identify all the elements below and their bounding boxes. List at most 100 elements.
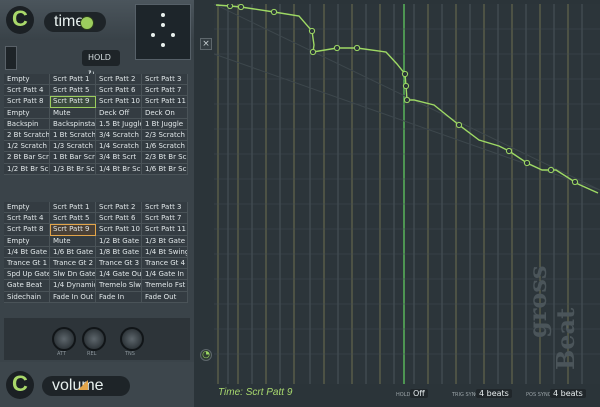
hold-button[interactable]: HOLD ↻ bbox=[82, 50, 120, 78]
pattern-cell[interactable]: Mute bbox=[50, 107, 96, 119]
pattern-cell[interactable]: Scrt Patt 8 bbox=[4, 224, 50, 236]
pattern-cell[interactable]: 1/2 Scratch bbox=[4, 141, 50, 153]
pattern-cell[interactable]: Trance Gt 3 bbox=[96, 257, 142, 270]
pattern-cell[interactable]: Scrt Patt 2 bbox=[96, 74, 142, 86]
pattern-cell[interactable]: Backspinstart bbox=[50, 118, 96, 130]
envelope-point[interactable] bbox=[237, 4, 245, 11]
pattern-cell[interactable]: 1/4 Scratch bbox=[96, 141, 142, 153]
pattern-cell[interactable]: Tremelo Fst bbox=[142, 280, 188, 292]
pattern-cell[interactable]: 1 Bt Juggle bbox=[142, 118, 188, 130]
pattern-cell[interactable]: Scrt Patt 5 bbox=[50, 213, 96, 225]
pattern-cell[interactable]: 1/2 Bt Gate bbox=[96, 235, 142, 247]
pattern-cell[interactable]: Trance Gt 4 bbox=[142, 257, 188, 270]
pattern-cell[interactable]: Scrt Patt 2 bbox=[96, 202, 142, 214]
pattern-cell[interactable]: 1/4 Bt Swing bbox=[142, 246, 188, 258]
envelope-point[interactable] bbox=[455, 121, 463, 129]
pattern-cell[interactable]: Scrt Patt 1 bbox=[50, 74, 96, 86]
pattern-cell[interactable]: 1/2 Bt Br Scrt bbox=[4, 163, 50, 175]
envelope-point[interactable] bbox=[401, 70, 409, 78]
envelope-point[interactable] bbox=[571, 178, 579, 186]
pattern-cell[interactable]: Tremelo Slw bbox=[96, 280, 142, 292]
pattern-cell[interactable]: Scrt Patt 11 bbox=[142, 224, 188, 236]
trig-sync-value[interactable]: 4 beats bbox=[476, 389, 512, 398]
envelope-point[interactable] bbox=[353, 44, 361, 52]
pattern-cell[interactable]: Deck On bbox=[142, 107, 188, 119]
pattern-cell[interactable]: 1/4 Dynamic bbox=[50, 280, 96, 292]
pattern-cell[interactable]: Scrt Patt 5 bbox=[50, 85, 96, 97]
envelope-point[interactable] bbox=[226, 4, 234, 10]
pattern-cell[interactable]: 1/6 Bt Br Scrt bbox=[142, 163, 188, 175]
pattern-cell[interactable]: Scrt Patt 4 bbox=[4, 213, 50, 225]
att-knob[interactable] bbox=[52, 327, 76, 351]
pattern-cell[interactable]: Scrt Patt 4 bbox=[4, 85, 50, 97]
pattern-cell[interactable]: Scrt Patt 10 bbox=[96, 224, 142, 236]
pattern-cell[interactable]: Scrt Patt 11 bbox=[142, 96, 188, 108]
pattern-cell[interactable]: Fade Out bbox=[142, 291, 188, 303]
pattern-cell[interactable]: Scrt Patt 8 bbox=[4, 96, 50, 108]
pattern-cell[interactable]: 1/4 Gate In bbox=[142, 269, 188, 281]
pattern-cell[interactable]: Scrt Patt 3 bbox=[142, 202, 188, 214]
envelope-point[interactable] bbox=[333, 44, 341, 52]
pattern-cell[interactable]: Scrt Patt 9 bbox=[50, 96, 96, 108]
pattern-cell[interactable]: Sidechain bbox=[4, 291, 50, 303]
pattern-cell[interactable]: 1/6 Scratch bbox=[142, 141, 188, 153]
pattern-cell[interactable]: Scrt Patt 7 bbox=[142, 85, 188, 97]
tool-button[interactable] bbox=[5, 46, 17, 70]
pattern-cell[interactable]: 2/3 Bt Br Scrt bbox=[142, 152, 188, 164]
envelope-point[interactable] bbox=[308, 27, 316, 35]
pattern-cell[interactable]: 1/8 Bt Gate bbox=[96, 246, 142, 258]
envelope-point[interactable] bbox=[505, 147, 513, 155]
envelope-point[interactable] bbox=[523, 159, 531, 167]
envelope-point[interactable] bbox=[547, 166, 555, 174]
xy-pad[interactable] bbox=[135, 4, 191, 60]
pattern-cell[interactable]: 1 Bt Scratch bbox=[50, 129, 96, 142]
pattern-cell[interactable]: Scrt Patt 10 bbox=[96, 96, 142, 108]
pattern-cell[interactable]: 1.5 Bt Juggle bbox=[96, 118, 142, 130]
pattern-cell[interactable]: Trance Gt 1 bbox=[4, 257, 50, 270]
volume-arrow-icon[interactable] bbox=[78, 380, 88, 390]
pattern-cell[interactable]: Scrt Patt 6 bbox=[96, 85, 142, 97]
pattern-cell[interactable]: 3/4 Bt Scrt bbox=[96, 152, 142, 164]
pattern-cell[interactable]: Deck Off bbox=[96, 107, 142, 119]
pattern-cell[interactable]: Spd Up Gate bbox=[4, 269, 50, 281]
hold-value[interactable]: Off bbox=[410, 389, 428, 398]
pattern-cell[interactable]: Scrt Patt 9 bbox=[50, 224, 96, 236]
pattern-cell[interactable]: Backspin bbox=[4, 118, 50, 130]
pattern-cell[interactable]: 3/4 Scratch bbox=[96, 129, 142, 142]
rel-knob[interactable] bbox=[82, 327, 106, 351]
pattern-cell[interactable]: 2/3 Scratch bbox=[142, 129, 188, 142]
pos-sync-value[interactable]: 4 beats bbox=[550, 389, 586, 398]
pattern-cell[interactable]: 1/4 Bt Gate bbox=[4, 246, 50, 258]
pattern-cell[interactable]: Scrt Patt 6 bbox=[96, 213, 142, 225]
pattern-cell[interactable]: Empty bbox=[4, 107, 50, 119]
pattern-cell[interactable]: Fade In Out bbox=[50, 291, 96, 303]
time-enable-button[interactable] bbox=[80, 16, 94, 30]
pattern-cell[interactable]: 1/3 Scratch bbox=[50, 141, 96, 153]
pattern-cell[interactable]: Scrt Patt 7 bbox=[142, 213, 188, 225]
envelope-point[interactable] bbox=[403, 96, 411, 104]
pattern-cell[interactable]: 1/6 Bt Gate bbox=[50, 246, 96, 258]
pattern-cell[interactable]: Trance Gt 2 bbox=[50, 257, 96, 270]
pattern-cell[interactable]: Empty bbox=[4, 202, 50, 214]
pattern-cell[interactable]: Gate Beat bbox=[4, 280, 50, 292]
pattern-cell[interactable]: Slw Dn Gate bbox=[50, 269, 96, 281]
envelope-point[interactable] bbox=[402, 82, 410, 90]
pattern-cell[interactable]: 1/3 Bt Gate bbox=[142, 235, 188, 247]
pattern-cell[interactable]: 1/4 Gate Out bbox=[96, 269, 142, 281]
envelope-point[interactable] bbox=[309, 48, 317, 56]
pattern-cell[interactable]: Empty bbox=[4, 235, 50, 247]
pattern-cell[interactable]: 1/4 Bt Br Scrt bbox=[96, 163, 142, 175]
snap-icon[interactable]: ◔ bbox=[200, 349, 212, 361]
pattern-cell[interactable]: Mute bbox=[50, 235, 96, 247]
pattern-cell[interactable]: 2 Bt Scratch bbox=[4, 129, 50, 142]
tns-knob[interactable] bbox=[120, 327, 144, 351]
pattern-cell[interactable]: Scrt Patt 3 bbox=[142, 74, 188, 86]
pattern-cell[interactable]: Scrt Patt 1 bbox=[50, 202, 96, 214]
pattern-cell[interactable]: 2 Bt Bar Scrt bbox=[4, 152, 50, 164]
pattern-cell[interactable]: 1/3 Bt Br Scrt bbox=[50, 163, 96, 175]
pattern-cell[interactable]: Fade In bbox=[96, 291, 142, 303]
close-icon[interactable]: × bbox=[200, 38, 212, 50]
pattern-cell[interactable]: 1 Bt Bar Scrt bbox=[50, 152, 96, 164]
pattern-cell[interactable]: Empty bbox=[4, 74, 50, 86]
envelope-point[interactable] bbox=[270, 8, 278, 16]
